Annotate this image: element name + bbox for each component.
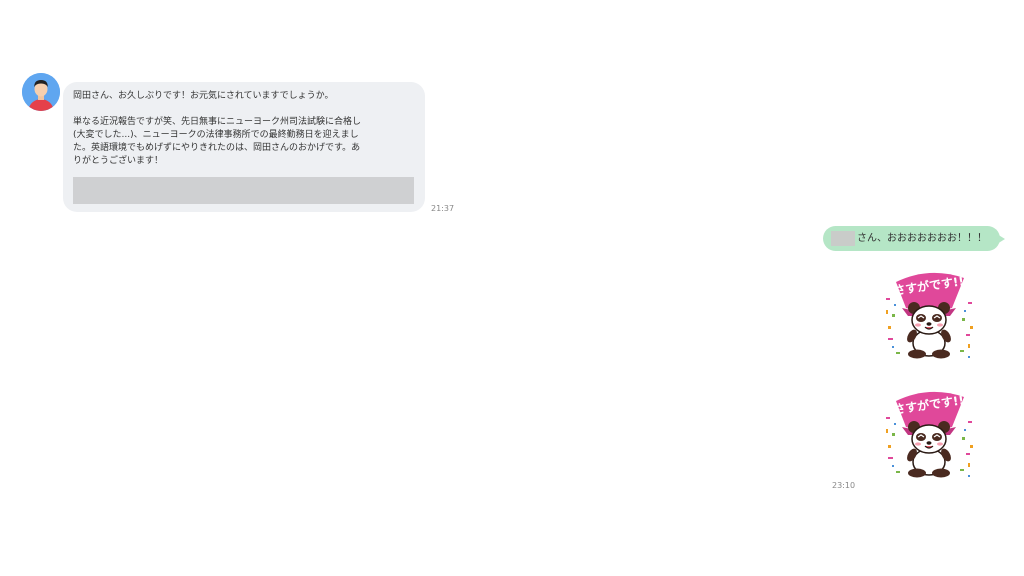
- incoming-message-bubble: 岡田さん、お久しぶりです！お元気にされていますでしょうか。 単なる近況報告ですが…: [63, 82, 425, 212]
- outgoing-message-text: さん、おおおおおおお！！！: [857, 233, 987, 244]
- redacted-block: [73, 177, 414, 204]
- sender-avatar[interactable]: [22, 73, 60, 111]
- message-line: [73, 103, 414, 116]
- panda-sticker-icon: さすがです!!: [886, 272, 973, 359]
- avatar-man-icon: [22, 73, 60, 111]
- message-line: 単なる近況報告ですが笑、先日無事にニューヨーク州司法試験に合格し: [73, 117, 362, 127]
- outgoing-message-bubble: さん、おおおおおおお！！！: [823, 226, 1005, 251]
- message-line: 岡田さん、お久しぶりです！お元気にされていますでしょうか。: [73, 91, 334, 101]
- panda-sticker-icon: さすがです!!: [886, 391, 973, 478]
- incoming-timestamp: 21:37: [431, 204, 455, 213]
- outgoing-timestamp: 23:10: [832, 481, 856, 490]
- panda-sticker[interactable]: さすがです!!: [882, 387, 976, 481]
- redacted-name: [831, 231, 855, 246]
- message-line: た。英語環境でもめげずにやりきれたのは、岡田さんのおかげです。あ: [73, 143, 361, 153]
- message-line: りがとうございます！: [73, 156, 164, 166]
- message-line: (大変でした...)、ニューヨークの法律事務所での最終勤務日を迎えまし: [73, 130, 359, 140]
- panda-sticker[interactable]: さすがです!!: [882, 268, 976, 362]
- bubble-tail: [997, 234, 1005, 244]
